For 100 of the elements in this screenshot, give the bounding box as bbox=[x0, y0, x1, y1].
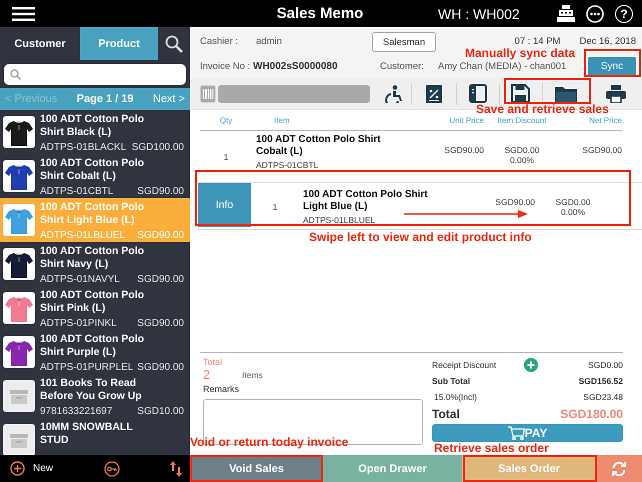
plus-icon bbox=[10, 461, 25, 476]
page-indicator: Page 1 / 19 bbox=[76, 93, 134, 105]
product-name: 100 ADT Cotton Polo Shirt Purple (L) bbox=[40, 333, 146, 358]
swiped-row[interactable]: Info 1 100 ADT Cotton Polo Shirt Light Blue (L) ADTPS-01LBLUEL SGD90.00 SGD0.00 0.00% bbox=[198, 182, 642, 230]
barcode-field[interactable] bbox=[218, 84, 370, 102]
panel-icon[interactable] bbox=[468, 84, 487, 103]
invoice-number: WH002sS0000080 bbox=[253, 60, 339, 72]
product-code: ADTPS-01LBLUEL bbox=[40, 230, 126, 241]
cart-icon bbox=[508, 426, 525, 440]
key-icon[interactable] bbox=[104, 460, 120, 476]
summary-label: Receipt Discount bbox=[432, 360, 496, 370]
screen-title: Sales Memo bbox=[276, 5, 364, 22]
time-text: 07 : 14 PM bbox=[514, 36, 560, 46]
product-name: 100 ADT Cotton Polo Shirt Pink (L) bbox=[40, 289, 146, 314]
cashier-name: admin bbox=[256, 36, 283, 46]
quantity-text: 1 bbox=[222, 152, 230, 162]
unit-price: SGD90.00 bbox=[494, 196, 535, 207]
date-text: Dec 16, 2018 bbox=[579, 36, 636, 46]
summary-value: SGD180.00 bbox=[560, 407, 623, 421]
table-row[interactable]: 1 100 ADT Cotton Polo Shirt Cobalt (L) ADTPS-01CBTL SGD90.00 SGD0.00 0.00% SGD90.00 bbox=[200, 131, 622, 177]
summary-label: 15.0%(Incl) bbox=[433, 392, 477, 402]
net-price: SGD90.00 bbox=[581, 144, 622, 155]
cash-register-icon[interactable] bbox=[557, 5, 575, 22]
product-price: SGD10.00 bbox=[137, 406, 184, 417]
callout-text: Void or return today invoice bbox=[190, 436, 348, 449]
column-header: Unit Price bbox=[448, 116, 484, 124]
product-item[interactable]: 100 ADT Cotton Polo Shirt Navy (L) ADTPS-01NAVYL SGD90.00 bbox=[0, 242, 190, 286]
save-icon[interactable] bbox=[511, 84, 530, 103]
callout-text: Retrieve sales order bbox=[434, 442, 549, 455]
product-item[interactable]: 100 ADT Cotton Polo Shirt Cobalt (L) ADTPS-01CBTL SGD90.00 bbox=[0, 154, 190, 198]
salesman-button[interactable]: Salesman bbox=[372, 32, 436, 52]
summary-label: Sub Total bbox=[432, 376, 470, 386]
callout-text: Save and retrieve sales bbox=[476, 103, 609, 116]
product-code: ADTPS-01PURPLEL bbox=[40, 362, 134, 373]
folder-icon[interactable] bbox=[555, 84, 578, 102]
box-icon bbox=[3, 424, 35, 455]
quantity-text: 1 bbox=[272, 202, 278, 212]
product-code: 9781633221697 bbox=[40, 406, 112, 417]
invoice-label: Invoice No : bbox=[200, 60, 252, 72]
items-label: Items bbox=[242, 370, 263, 380]
discount-percent: 0.00% bbox=[508, 155, 536, 165]
product-name: 10MM SNOWBALL STUD bbox=[40, 421, 134, 446]
discount-percent: 0.00% bbox=[560, 207, 586, 217]
wheelchair-icon[interactable] bbox=[385, 84, 404, 102]
product-price: SGD90.00 bbox=[137, 318, 184, 329]
product-code: ADTPS-01NAVYL bbox=[40, 274, 120, 285]
customer-name: Amy Chan (MEDIA) - chan001 bbox=[438, 60, 566, 72]
refresh-icon bbox=[611, 460, 627, 476]
search-icon[interactable] bbox=[165, 34, 183, 52]
summary-value: SGD23.48 bbox=[583, 392, 623, 402]
product-code: ADTPS-01PINKL bbox=[40, 318, 117, 329]
product-name: 100 ADT Cotton Polo Shirt Navy (L) bbox=[40, 245, 146, 270]
add-icon[interactable] bbox=[524, 358, 538, 372]
item-code: ADTPS-01CBTL bbox=[255, 160, 320, 170]
unit-price: SGD90.00 bbox=[443, 144, 484, 155]
help-button[interactable]: ? bbox=[615, 4, 633, 22]
more-icon[interactable] bbox=[586, 4, 604, 22]
product-price: SGD90.00 bbox=[137, 230, 184, 241]
product-name: 101 Books To Read Before You Grow Up bbox=[40, 377, 143, 402]
column-header: Item Discount bbox=[496, 116, 548, 124]
summary-label: Total bbox=[432, 407, 460, 421]
summary-value: SGD156.52 bbox=[578, 376, 623, 386]
summary-value: SGD0.00 bbox=[588, 360, 623, 370]
product-name: 100 ADT Cotton Polo Shirt Cobalt (L) bbox=[40, 157, 146, 182]
callout-text: Swipe left to view and edit product info bbox=[309, 231, 532, 244]
product-item[interactable]: 101 Books To Read Before You Grow Up 9781633221697 SGD10.00 bbox=[0, 374, 190, 418]
product-item[interactable]: 100 ADT Cotton Polo Shirt Black (L) ADTPS-01BLACKL SGD100.00 bbox=[0, 110, 190, 154]
menu-icon[interactable] bbox=[12, 6, 35, 20]
customer-label: Customer: bbox=[380, 60, 425, 72]
discount-amount: SGD0.00 bbox=[504, 145, 540, 155]
print-icon[interactable] bbox=[606, 84, 626, 102]
column-header: Net Price bbox=[588, 116, 622, 124]
cashier-label: Cashier : bbox=[200, 36, 240, 46]
percent-icon[interactable] bbox=[426, 84, 442, 102]
product-name: 100 ADT Cotton Polo Shirt Black (L) bbox=[40, 113, 146, 138]
product-price: SGD90.00 bbox=[137, 274, 184, 285]
product-price: SGD90.00 bbox=[137, 362, 184, 373]
search-field[interactable] bbox=[4, 64, 186, 84]
remarks-label: Remarks bbox=[203, 384, 240, 394]
box-icon bbox=[3, 380, 35, 412]
callout-text: Manually sync data bbox=[465, 47, 576, 60]
item-name: 100 ADT Cotton Polo Shirt Cobalt (L) bbox=[255, 133, 382, 158]
product-item[interactable]: 100 ADT Cotton Polo Shirt Pink (L) ADTPS-01PINKL SGD90.00 bbox=[0, 286, 190, 330]
item-count: 2 bbox=[203, 367, 212, 382]
new-button[interactable]: New bbox=[10, 461, 54, 476]
product-item[interactable]: 100 ADT Cotton Polo Shirt Purple (L) ADTPS-01PURPLEL SGD90.00 bbox=[0, 330, 190, 374]
warehouse-label: WH : WH002 bbox=[438, 6, 520, 22]
total-label: Total bbox=[203, 357, 224, 367]
product-price: SGD100.00 bbox=[132, 142, 184, 153]
discount-amount: SGD0.00 bbox=[554, 197, 592, 207]
product-code: ADTPS-01BLACKL bbox=[40, 142, 126, 153]
search-icon bbox=[10, 68, 21, 80]
product-code: ADTPS-01CBTL bbox=[40, 186, 114, 197]
product-price: SGD90.00 bbox=[137, 186, 184, 197]
refresh-button[interactable] bbox=[596, 455, 642, 482]
item-name: 100 ADT Cotton Polo Shirt Light Blue (L) bbox=[302, 188, 429, 213]
column-header: Qty bbox=[218, 116, 234, 124]
product-item[interactable]: 10MM SNOWBALL STUD bbox=[0, 418, 190, 455]
sort-icon[interactable] bbox=[170, 460, 182, 476]
product-name: 100 ADT Cotton Polo Shirt Light Blue (L) bbox=[40, 201, 146, 226]
